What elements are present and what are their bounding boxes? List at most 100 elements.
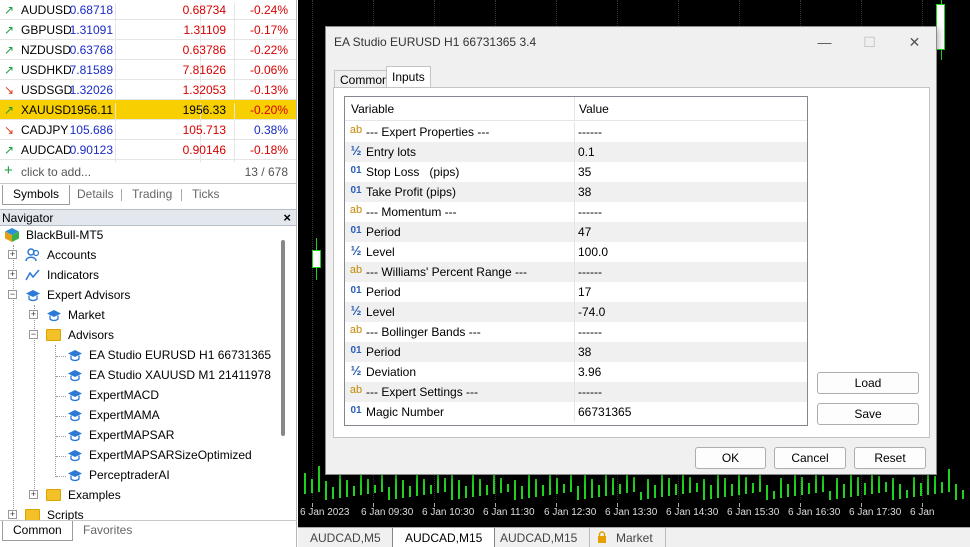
param-value[interactable]: 3.96 bbox=[578, 365, 601, 379]
advisor-label: ExpertMAPSARSizeOptimized bbox=[89, 448, 252, 462]
advisor-item[interactable]: EA Studio EURUSD H1 66731365 bbox=[0, 346, 280, 366]
expand-icon[interactable]: + bbox=[8, 510, 17, 519]
symbol-row[interactable]: ↗ AUDUSD 0.68718 0.68734 -0.24% bbox=[0, 0, 296, 22]
param-row[interactable]: ½ Level 100.0 bbox=[345, 242, 807, 262]
tree-item-scripts[interactable]: + Scripts bbox=[0, 506, 290, 520]
param-value[interactable]: 35 bbox=[578, 165, 591, 179]
param-row[interactable]: 01 Stop Loss (pips) 35 bbox=[345, 162, 807, 182]
integer-type-icon: 01 bbox=[350, 225, 362, 236]
collapse-icon[interactable]: − bbox=[29, 330, 38, 339]
minimize-icon[interactable]: — bbox=[802, 27, 847, 57]
add-symbol-placeholder[interactable]: click to add... bbox=[21, 165, 91, 179]
column-header-variable[interactable]: Variable bbox=[351, 102, 394, 116]
param-value[interactable]: 47 bbox=[578, 225, 591, 239]
price-bar bbox=[451, 474, 453, 500]
chart-tab-market[interactable]: Market bbox=[588, 528, 666, 547]
tab-details[interactable]: Details bbox=[67, 185, 124, 205]
param-row[interactable]: 01 Take Profit (pips) 38 bbox=[345, 182, 807, 202]
graduation-cap-icon bbox=[68, 350, 82, 362]
tree-item-market[interactable]: + Market bbox=[0, 306, 290, 326]
advisor-item[interactable]: ExpertMAPSARSizeOptimized bbox=[0, 446, 280, 466]
tree-item-expert-advisors[interactable]: − Expert Advisors bbox=[0, 286, 290, 306]
close-icon[interactable]: × bbox=[283, 210, 291, 225]
close-icon[interactable]: ✕ bbox=[892, 27, 937, 57]
symbol-row[interactable]: ↘ USDSGD 1.32026 1.32053 -0.13% bbox=[0, 80, 296, 102]
param-row[interactable]: 01 Magic Number 66731365 bbox=[345, 402, 807, 422]
price-bar bbox=[864, 483, 866, 495]
symbol-row[interactable]: ↗ NZDUSD 0.63768 0.63786 -0.22% bbox=[0, 40, 296, 62]
expand-icon[interactable]: + bbox=[29, 490, 38, 499]
tab-trading[interactable]: Trading bbox=[122, 185, 182, 205]
symbol-row[interactable]: ↗ AUDCAD 0.90123 0.90146 -0.18% bbox=[0, 140, 296, 162]
param-row[interactable]: ab --- Williams' Percent Range --- ------ bbox=[345, 262, 807, 282]
tree-item-label: Indicators bbox=[47, 268, 100, 282]
param-row[interactable]: ½ Deviation 3.96 bbox=[345, 362, 807, 382]
param-row[interactable]: ab --- Bollinger Bands --- ------ bbox=[345, 322, 807, 342]
ok-button[interactable]: OK bbox=[695, 447, 766, 469]
param-value[interactable]: ------ bbox=[578, 125, 602, 139]
param-row[interactable]: ab --- Expert Properties --- ------ bbox=[345, 122, 807, 142]
price-bar bbox=[577, 486, 579, 500]
param-value[interactable]: ------ bbox=[578, 205, 602, 219]
symbol-row[interactable]: ↗ GBPUSD 1.31091 1.31109 -0.17% bbox=[0, 20, 296, 42]
add-symbol-row[interactable]: + click to add... 13 / 678 bbox=[0, 161, 296, 182]
symbol-row[interactable]: ↗ USDHKD 7.81589 7.81626 -0.06% bbox=[0, 60, 296, 82]
chart-tab-audcad-m15[interactable]: AUDCAD,M15 bbox=[392, 528, 496, 547]
save-button[interactable]: Save bbox=[817, 403, 919, 425]
price-bar bbox=[423, 479, 425, 495]
tab-favorites[interactable]: Favorites bbox=[73, 521, 142, 541]
navigator-header: Navigator × bbox=[0, 209, 296, 226]
tree-line bbox=[56, 396, 66, 397]
param-row[interactable]: ab --- Expert Settings --- ------ bbox=[345, 382, 807, 402]
param-value[interactable]: 38 bbox=[578, 345, 591, 359]
tab-inputs[interactable]: Inputs bbox=[386, 66, 431, 89]
tree-root[interactable]: BlackBull-MT5 bbox=[0, 226, 290, 246]
param-row[interactable]: 01 Period 17 bbox=[345, 282, 807, 302]
advisor-item[interactable]: ExpertMAMA bbox=[0, 406, 280, 426]
param-value[interactable]: ------ bbox=[578, 325, 602, 339]
reset-button[interactable]: Reset bbox=[854, 447, 926, 469]
symbol-row[interactable]: ↘ CADJPY 105.686 105.713 0.38% bbox=[0, 120, 296, 142]
param-value[interactable]: ------ bbox=[578, 385, 602, 399]
param-value[interactable]: 0.1 bbox=[578, 145, 595, 159]
param-row[interactable]: 01 Period 47 bbox=[345, 222, 807, 242]
navigator-scrollbar[interactable] bbox=[281, 240, 285, 436]
chart-tab-audcad-m15-2[interactable]: AUDCAD,M15 bbox=[488, 528, 591, 547]
load-button[interactable]: Load bbox=[817, 372, 919, 394]
price-bar bbox=[745, 477, 747, 494]
param-value[interactable]: 66731365 bbox=[578, 405, 631, 419]
advisor-item[interactable]: ExpertMAPSAR bbox=[0, 426, 280, 446]
cancel-button[interactable]: Cancel bbox=[774, 447, 846, 469]
param-row[interactable]: ½ Entry lots 0.1 bbox=[345, 142, 807, 162]
expand-icon[interactable]: + bbox=[8, 270, 17, 279]
tree-item-examples[interactable]: + Examples bbox=[0, 486, 290, 506]
price-bar bbox=[647, 479, 649, 499]
param-row[interactable]: ½ Level -74.0 bbox=[345, 302, 807, 322]
tab-common[interactable]: Common bbox=[2, 521, 73, 541]
tree-item-advisors[interactable]: − Advisors bbox=[0, 326, 290, 346]
param-value[interactable]: 38 bbox=[578, 185, 591, 199]
collapse-icon[interactable]: − bbox=[8, 290, 17, 299]
tree-item-indicators[interactable]: + Indicators bbox=[0, 266, 290, 286]
param-value[interactable]: 17 bbox=[578, 285, 591, 299]
param-row[interactable]: ab --- Momentum --- ------ bbox=[345, 202, 807, 222]
expand-icon[interactable]: + bbox=[8, 250, 17, 259]
column-header-value[interactable]: Value bbox=[579, 102, 609, 116]
advisor-item[interactable]: EA Studio XAUUSD M1 21411978 bbox=[0, 366, 280, 386]
param-value[interactable]: ------ bbox=[578, 265, 602, 279]
param-row[interactable]: 01 Period 38 bbox=[345, 342, 807, 362]
price-bar bbox=[640, 492, 642, 500]
tab-symbols[interactable]: Symbols bbox=[2, 185, 71, 205]
time-axis: 6 Jan 2023 6 Jan 09:30 6 Jan 10:30 6 Jan 11… bbox=[298, 503, 970, 527]
symbol-row[interactable]: ↗ XAUUSD 1956.11 1956.33 -0.20% bbox=[0, 100, 296, 122]
advisor-label: EA Studio EURUSD H1 66731365 bbox=[89, 348, 272, 362]
tab-ticks[interactable]: Ticks bbox=[182, 185, 230, 205]
advisor-item[interactable]: ExpertMACD bbox=[0, 386, 280, 406]
column-separator bbox=[574, 222, 575, 242]
chart-tab-audcad-m5[interactable]: AUDCAD,M5 bbox=[298, 528, 394, 547]
advisor-item[interactable]: PerceptraderAI bbox=[0, 466, 280, 486]
param-value[interactable]: 100.0 bbox=[578, 245, 608, 259]
param-value[interactable]: -74.0 bbox=[578, 305, 605, 319]
tree-item-accounts[interactable]: + Accounts bbox=[0, 246, 290, 266]
expand-icon[interactable]: + bbox=[29, 310, 38, 319]
